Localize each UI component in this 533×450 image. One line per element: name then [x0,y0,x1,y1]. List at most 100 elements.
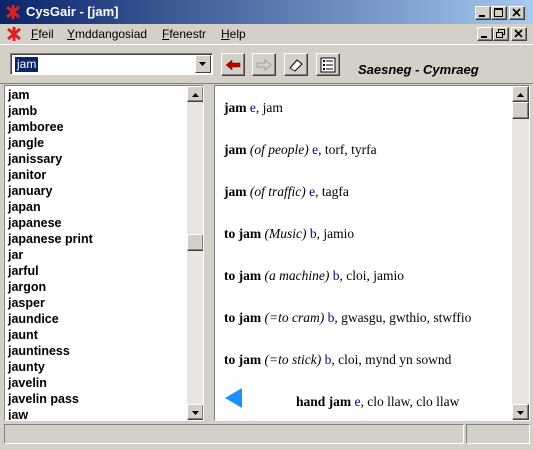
back-arrow-icon [225,59,241,71]
entry-qualifier: (of traffic) [246,184,306,199]
definition-entry: to jam (a machine) b, cloi, jamio [224,268,404,284]
back-button[interactable] [221,53,245,76]
entry-headword: jam [238,310,262,325]
definition-entry: hand jam e, clo llaw, clo llaw [296,394,459,410]
list-button[interactable] [316,53,340,76]
close-button[interactable] [509,6,525,20]
scroll-down-button[interactable] [512,404,529,420]
child-close-button[interactable] [511,27,527,41]
list-item[interactable]: jaw [8,407,188,420]
menu-ffenestr[interactable]: Ffenestr [162,27,206,41]
minimize-button[interactable] [475,6,491,20]
close-icon [512,8,521,17]
definition-entry: to jam (Music) b, jamio [224,226,354,242]
entry-headword: jam [238,226,262,241]
entry-headword: jam [238,268,262,283]
definition-entry: to jam (=to stick) b, cloi, mynd yn sown… [224,352,451,368]
toolbar: jam Saesneg - Cymraeg [0,44,533,84]
entry-prefix: hand [296,394,329,409]
scroll-thumb[interactable] [187,234,203,251]
list-item[interactable]: javelin [8,375,188,391]
minimize-icon [479,15,485,17]
list-item[interactable]: javelin pass [8,391,188,407]
entry-headword: jam [238,352,262,367]
minimize-icon [481,36,487,38]
list-item[interactable]: jasper [8,295,188,311]
scroll-up-button[interactable] [512,86,529,102]
chevron-up-icon [517,93,524,97]
search-input[interactable]: jam [15,57,39,72]
list-item[interactable]: jargon [8,279,188,295]
entry-translation: , cloi, jamio [339,268,404,283]
document-icon[interactable] [6,26,22,42]
entry-headword: jam [224,100,247,115]
list-item[interactable]: jaunt [8,327,188,343]
maximize-button[interactable] [491,6,507,20]
scroll-up-button[interactable] [187,86,203,102]
entry-qualifier: (a machine) [261,268,330,283]
child-minimize-button[interactable] [477,27,493,41]
scroll-thumb[interactable] [512,102,529,119]
definition-entry: to jam (=to cram) b, gwasgu, gwthio, stw… [224,310,471,326]
eraser-icon [289,59,303,72]
entry-translation: , jam [255,100,283,115]
definition-entry: jam (of people) e, torf, tyrfa [224,142,377,158]
menu-help[interactable]: Help [221,27,246,41]
list-item[interactable]: jar [8,247,188,263]
title-bar: CysGair - [jam] [0,0,533,24]
entry-headword: jam [224,142,247,157]
chevron-up-icon [192,93,199,97]
close-icon [514,29,523,38]
search-combobox[interactable]: jam [10,53,213,75]
word-list-items: jam jamb jamboree jangle janissary janitor jan… [8,87,188,420]
entry-prefix: to [224,352,239,367]
forward-button[interactable] [252,53,276,76]
entry-translation: , torf, tyrfa [318,142,377,157]
entry-prefix: to [224,310,239,325]
word-list-scrollbar[interactable] [187,86,203,420]
list-item[interactable]: janitor [8,167,188,183]
clear-button[interactable] [284,53,308,76]
list-item[interactable]: jam [8,87,188,103]
child-restore-button[interactable] [493,27,509,41]
word-list[interactable]: jam jamb jamboree jangle janissary janitor jan… [4,85,204,421]
entry-headword: jam [328,394,352,409]
list-icon [320,57,336,73]
app-icon [6,5,20,19]
entry-prefix: to [224,268,239,283]
definition-pane: jam e, jam jam (of people) e, torf, tyrfa… [214,85,530,421]
list-item[interactable]: january [8,183,188,199]
scroll-down-button[interactable] [187,404,203,420]
list-item[interactable]: jamboree [8,119,188,135]
left-triangle-icon[interactable] [223,386,245,410]
list-item[interactable]: jamb [8,103,188,119]
chevron-down-icon [199,62,206,66]
entry-translation: , tagfa [315,184,349,199]
list-item[interactable]: jarful [8,263,188,279]
status-panel-side [466,424,530,444]
maximize-icon [494,8,503,17]
list-item[interactable]: jaunty [8,359,188,375]
list-item[interactable]: janissary [8,151,188,167]
status-bar [0,422,533,450]
entry-qualifier: (of people) [246,142,309,157]
definition-scrollbar[interactable] [512,86,529,420]
chevron-down-icon [517,411,524,415]
list-item[interactable]: jaundice [8,311,188,327]
window-title: CysGair - [jam] [26,4,119,19]
list-item[interactable]: japanese [8,215,188,231]
list-item[interactable]: japan [8,199,188,215]
restore-icon [496,29,505,38]
entry-translation: , jamio [316,226,355,241]
definition-entry: jam e, jam [224,100,283,116]
dropdown-button[interactable] [195,55,211,73]
list-item[interactable]: jangle [8,135,188,151]
menu-ymddangosiad[interactable]: Ymddangosiad [67,27,147,41]
list-item[interactable]: jauntiness [8,343,188,359]
direction-label: Saesneg - Cymraeg [358,62,479,77]
entry-qualifier: (=to stick) [261,352,322,367]
list-item[interactable]: japanese print [8,231,188,247]
entry-qualifier: (=to cram) [261,310,325,325]
menu-ffeil[interactable]: Ffeil [31,27,54,41]
entry-translation: , cloi, mynd yn sownd [331,352,452,367]
